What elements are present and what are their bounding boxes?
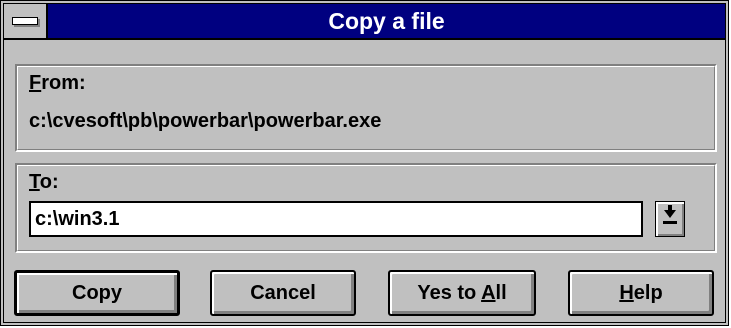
from-label-mnemonic: F bbox=[29, 72, 42, 94]
to-label: To: bbox=[29, 171, 59, 194]
help-label-text: elp bbox=[633, 282, 663, 304]
yes-to-all-button[interactable]: Yes to All bbox=[388, 270, 536, 316]
dialog-frame: Copy a file From: c:\cvesoft\pb\powerbar… bbox=[3, 3, 726, 323]
from-group: From: c:\cvesoft\pb\powerbar\powerbar.ex… bbox=[15, 64, 717, 152]
yes-to-all-label-post: ll bbox=[495, 282, 507, 304]
copy-file-dialog: Copy a file From: c:\cvesoft\pb\powerbar… bbox=[0, 0, 729, 326]
from-label: From: bbox=[29, 72, 86, 95]
copy-button[interactable]: Copy bbox=[14, 270, 180, 316]
destination-dropdown-button[interactable] bbox=[655, 201, 685, 237]
destination-combo-input[interactable]: c:\win3.1 bbox=[29, 201, 643, 237]
from-label-text: rom: bbox=[41, 72, 86, 94]
to-label-mnemonic: T bbox=[29, 171, 40, 193]
system-menu-icon bbox=[12, 17, 38, 25]
yes-to-all-mnemonic: A bbox=[481, 282, 496, 304]
cancel-button[interactable]: Cancel bbox=[210, 270, 356, 316]
help-mnemonic: H bbox=[619, 282, 634, 304]
help-button[interactable]: Help bbox=[568, 270, 714, 316]
dropdown-arrow-icon bbox=[664, 210, 676, 218]
yes-to-all-label-pre: Yes to bbox=[417, 282, 482, 304]
system-menu-button[interactable] bbox=[4, 4, 48, 38]
from-path: c:\cvesoft\pb\powerbar\powerbar.exe bbox=[29, 110, 382, 132]
dropdown-arrow-baseline bbox=[663, 221, 677, 224]
from-group-bevel bbox=[17, 66, 715, 150]
to-group: To: c:\win3.1 bbox=[15, 163, 717, 253]
to-label-text: o: bbox=[39, 171, 59, 193]
window-title: Copy a file bbox=[328, 8, 445, 34]
title-bar[interactable]: Copy a file bbox=[4, 4, 725, 40]
